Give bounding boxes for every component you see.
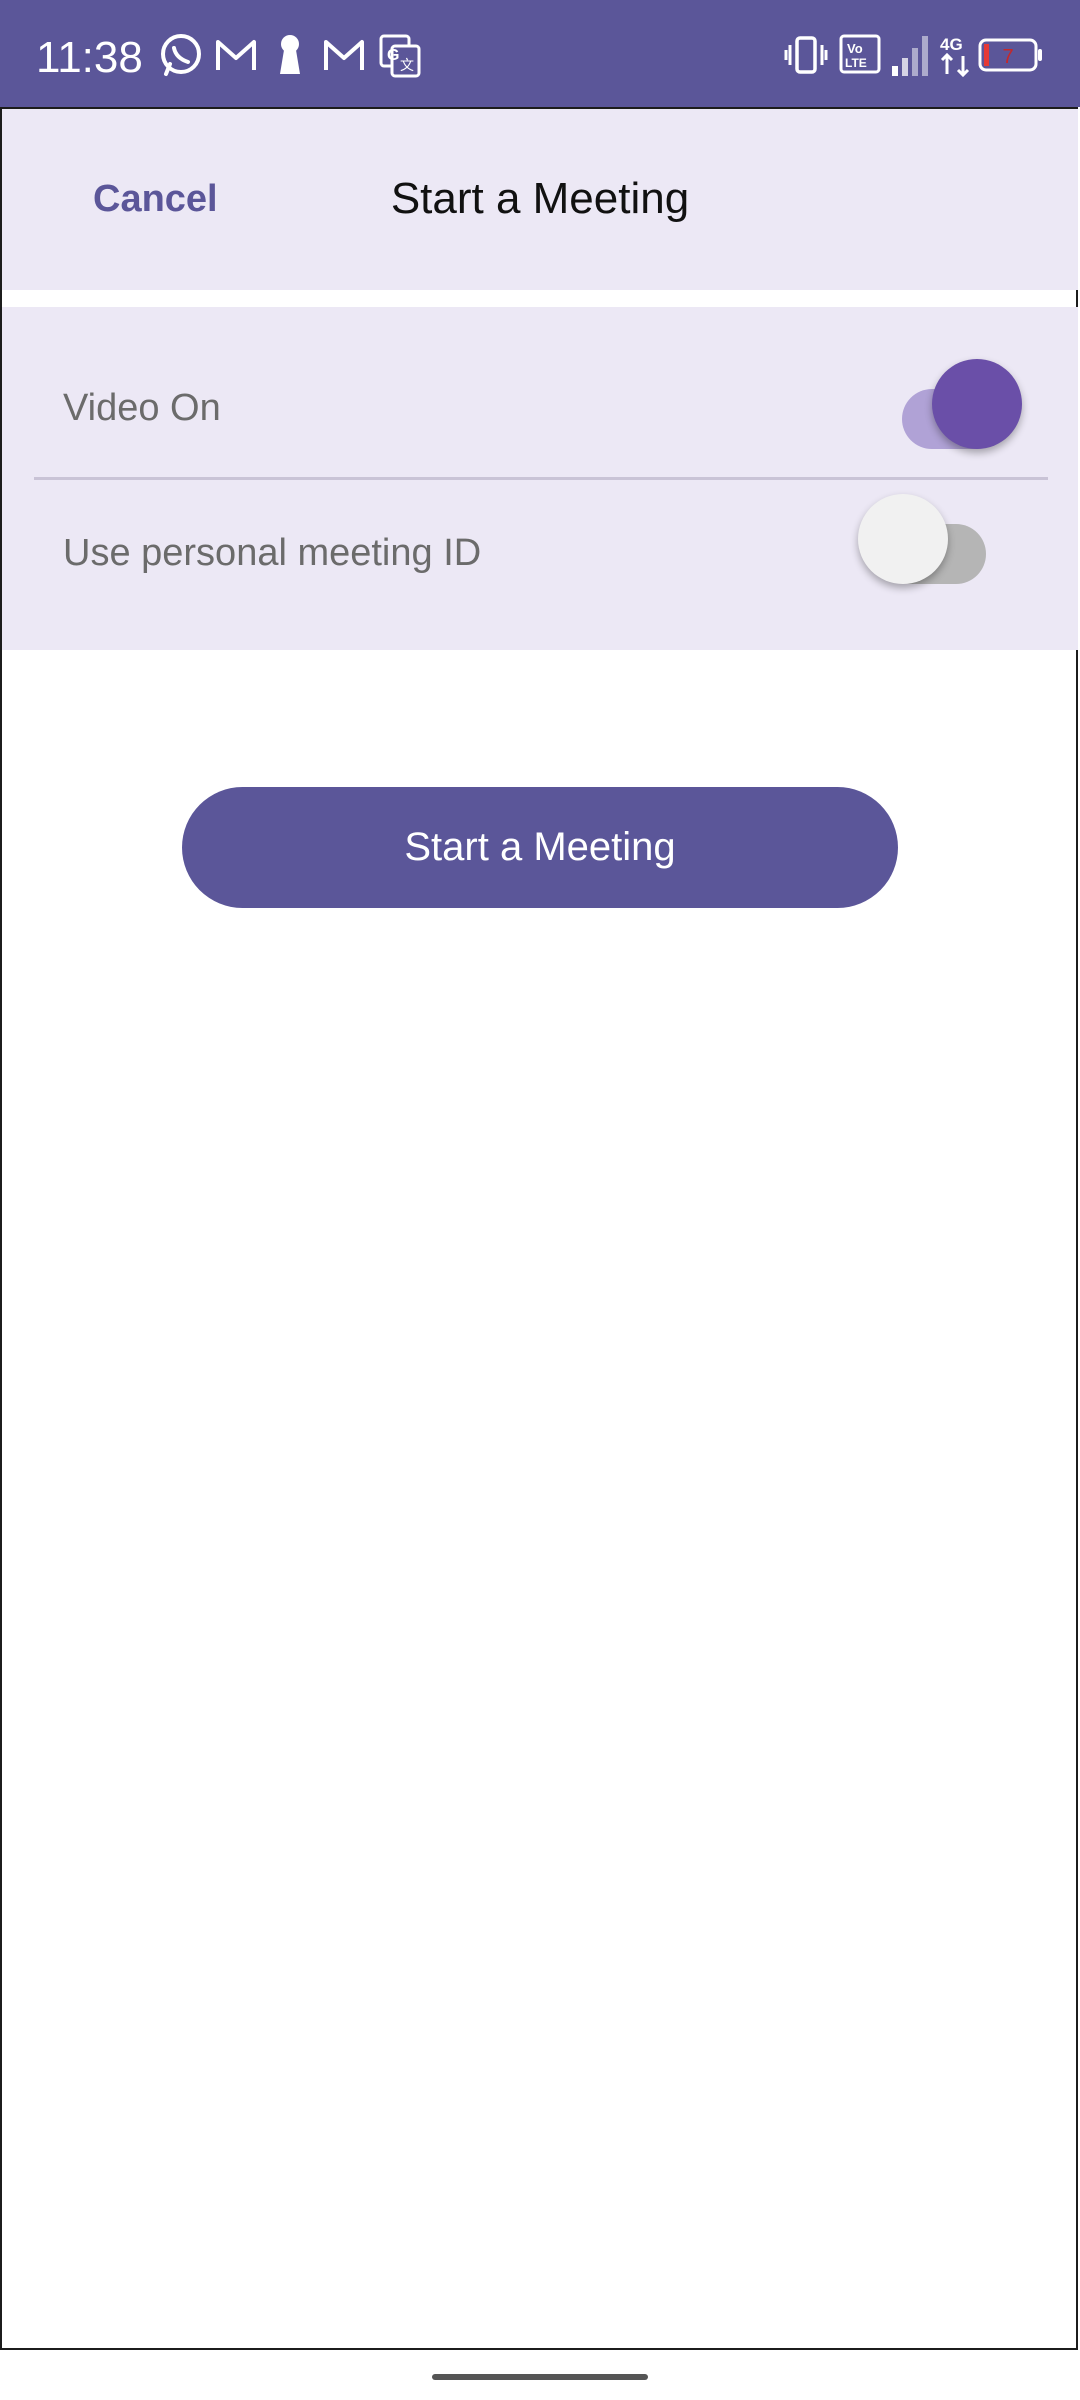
status-bar: 11:38 G 文 Vo LTE 4G 7 [0,0,1080,107]
svg-text:G: G [387,47,399,64]
svg-text:LTE: LTE [845,56,867,70]
video-on-row[interactable]: Video On [2,307,1078,449]
start-meeting-button[interactable]: Start a Meeting [182,787,898,908]
4g-data-icon: 4G [940,35,970,78]
settings-panel: Video On Use personal meeting ID [2,307,1078,650]
header-bar: Cancel Start a Meeting [2,109,1078,290]
svg-text:7: 7 [1002,46,1013,68]
signal-icon [892,36,928,76]
status-time: 11:38 [36,33,143,82]
home-indicator[interactable] [432,2374,648,2380]
svg-text:4G: 4G [940,35,963,54]
personal-meeting-id-toggle[interactable] [858,494,998,584]
video-on-label: Video On [63,387,221,429]
volte-icon: Vo LTE [839,34,881,74]
video-on-toggle[interactable] [878,359,1022,449]
personal-meeting-id-toggle-thumb [858,494,948,584]
whatsapp-icon [161,34,201,76]
gmail-icon [216,40,256,70]
vibrate-icon [784,36,828,74]
page-title: Start a Meeting [390,174,690,223]
svg-text:Vo: Vo [847,41,863,56]
video-on-toggle-thumb [932,359,1022,449]
keyhole-icon [280,35,300,74]
battery-icon: 7 [978,38,1042,72]
svg-text:文: 文 [400,57,414,73]
gmail-icon [324,40,364,70]
personal-meeting-id-label: Use personal meeting ID [63,532,482,574]
translate-icon: G 文 [379,34,421,78]
personal-meeting-id-row[interactable]: Use personal meeting ID [2,480,1078,622]
